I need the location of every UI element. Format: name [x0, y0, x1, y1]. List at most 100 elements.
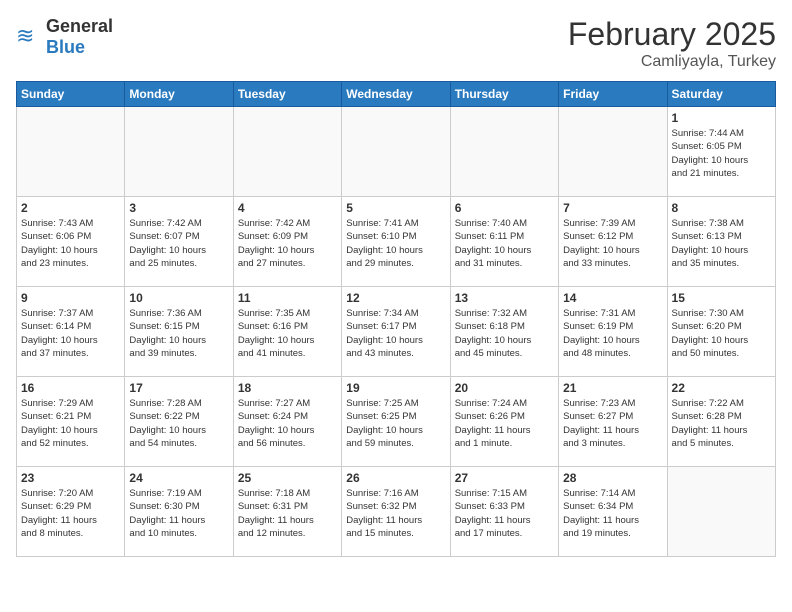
- day-info: Sunrise: 7:42 AM Sunset: 6:07 PM Dayligh…: [129, 217, 228, 270]
- day-number: 28: [563, 471, 662, 485]
- calendar-cell: 8 Sunrise: 7:38 AM Sunset: 6:13 PM Daylig…: [667, 197, 775, 287]
- day-number: 3: [129, 201, 228, 215]
- logo: ≋ General Blue: [16, 16, 113, 58]
- calendar-cell: 22 Sunrise: 7:22 AM Sunset: 6:28 PM Dayli…: [667, 377, 775, 467]
- day-info: Sunrise: 7:41 AM Sunset: 6:10 PM Dayligh…: [346, 217, 445, 270]
- calendar-cell: 13 Sunrise: 7:32 AM Sunset: 6:18 PM Dayli…: [450, 287, 558, 377]
- day-info: Sunrise: 7:44 AM Sunset: 6:05 PM Dayligh…: [672, 127, 771, 180]
- calendar-cell: [450, 107, 558, 197]
- calendar-week-1: 1 Sunrise: 7:44 AM Sunset: 6:05 PM Daylig…: [17, 107, 776, 197]
- day-number: 16: [21, 381, 120, 395]
- day-info: Sunrise: 7:14 AM Sunset: 6:34 PM Dayligh…: [563, 487, 662, 540]
- calendar-cell: 15 Sunrise: 7:30 AM Sunset: 6:20 PM Dayli…: [667, 287, 775, 377]
- day-number: 23: [21, 471, 120, 485]
- day-number: 24: [129, 471, 228, 485]
- day-number: 25: [238, 471, 337, 485]
- day-number: 13: [455, 291, 554, 305]
- logo-icon: ≋: [16, 23, 44, 51]
- calendar-cell: [233, 107, 341, 197]
- day-number: 1: [672, 111, 771, 125]
- calendar-cell: 14 Sunrise: 7:31 AM Sunset: 6:19 PM Dayli…: [559, 287, 667, 377]
- day-number: 11: [238, 291, 337, 305]
- calendar-cell: 16 Sunrise: 7:29 AM Sunset: 6:21 PM Dayli…: [17, 377, 125, 467]
- calendar-week-2: 2 Sunrise: 7:43 AM Sunset: 6:06 PM Daylig…: [17, 197, 776, 287]
- day-info: Sunrise: 7:15 AM Sunset: 6:33 PM Dayligh…: [455, 487, 554, 540]
- day-number: 20: [455, 381, 554, 395]
- calendar-cell: [125, 107, 233, 197]
- page-header: ≋ General Blue February 2025 Camliyayla,…: [16, 16, 776, 71]
- calendar-cell: 25 Sunrise: 7:18 AM Sunset: 6:31 PM Dayli…: [233, 467, 341, 557]
- day-header-monday: Monday: [125, 82, 233, 107]
- day-number: 22: [672, 381, 771, 395]
- day-header-tuesday: Tuesday: [233, 82, 341, 107]
- day-info: Sunrise: 7:19 AM Sunset: 6:30 PM Dayligh…: [129, 487, 228, 540]
- calendar-week-5: 23 Sunrise: 7:20 AM Sunset: 6:29 PM Dayli…: [17, 467, 776, 557]
- day-info: Sunrise: 7:30 AM Sunset: 6:20 PM Dayligh…: [672, 307, 771, 360]
- day-info: Sunrise: 7:22 AM Sunset: 6:28 PM Dayligh…: [672, 397, 771, 450]
- title-block: February 2025 Camliyayla, Turkey: [568, 16, 776, 71]
- day-info: Sunrise: 7:31 AM Sunset: 6:19 PM Dayligh…: [563, 307, 662, 360]
- calendar-header-row: SundayMondayTuesdayWednesdayThursdayFrid…: [17, 82, 776, 107]
- day-info: Sunrise: 7:35 AM Sunset: 6:16 PM Dayligh…: [238, 307, 337, 360]
- logo-general: General: [46, 16, 113, 36]
- day-info: Sunrise: 7:36 AM Sunset: 6:15 PM Dayligh…: [129, 307, 228, 360]
- calendar-cell: 10 Sunrise: 7:36 AM Sunset: 6:15 PM Dayli…: [125, 287, 233, 377]
- calendar-cell: 5 Sunrise: 7:41 AM Sunset: 6:10 PM Daylig…: [342, 197, 450, 287]
- day-number: 26: [346, 471, 445, 485]
- calendar-cell: 9Sunrise: 7:37 AM Sunset: 6:14 PM Daylig…: [17, 287, 125, 377]
- day-number: 12: [346, 291, 445, 305]
- day-number: 10: [129, 291, 228, 305]
- day-info: Sunrise: 7:16 AM Sunset: 6:32 PM Dayligh…: [346, 487, 445, 540]
- calendar-cell: 20 Sunrise: 7:24 AM Sunset: 6:26 PM Dayli…: [450, 377, 558, 467]
- day-header-thursday: Thursday: [450, 82, 558, 107]
- day-number: 2: [21, 201, 120, 215]
- day-number: 5: [346, 201, 445, 215]
- calendar-cell: [559, 107, 667, 197]
- logo-blue: Blue: [46, 37, 85, 57]
- calendar-cell: 11 Sunrise: 7:35 AM Sunset: 6:16 PM Dayli…: [233, 287, 341, 377]
- day-info: Sunrise: 7:40 AM Sunset: 6:11 PM Dayligh…: [455, 217, 554, 270]
- calendar-cell: 27 Sunrise: 7:15 AM Sunset: 6:33 PM Dayli…: [450, 467, 558, 557]
- day-info: Sunrise: 7:25 AM Sunset: 6:25 PM Dayligh…: [346, 397, 445, 450]
- calendar-cell: [667, 467, 775, 557]
- svg-text:≋: ≋: [16, 23, 34, 48]
- calendar-cell: [342, 107, 450, 197]
- month-title: February 2025: [568, 16, 776, 53]
- day-info: Sunrise: 7:32 AM Sunset: 6:18 PM Dayligh…: [455, 307, 554, 360]
- calendar-week-4: 16 Sunrise: 7:29 AM Sunset: 6:21 PM Dayli…: [17, 377, 776, 467]
- calendar-cell: 4 Sunrise: 7:42 AM Sunset: 6:09 PM Daylig…: [233, 197, 341, 287]
- day-info: Sunrise: 7:20 AM Sunset: 6:29 PM Dayligh…: [21, 487, 120, 540]
- calendar-cell: 19 Sunrise: 7:25 AM Sunset: 6:25 PM Dayli…: [342, 377, 450, 467]
- calendar-cell: 12Sunrise: 7:34 AM Sunset: 6:17 PM Dayli…: [342, 287, 450, 377]
- day-number: 14: [563, 291, 662, 305]
- day-number: 7: [563, 201, 662, 215]
- day-number: 27: [455, 471, 554, 485]
- calendar-cell: [17, 107, 125, 197]
- calendar-cell: 2 Sunrise: 7:43 AM Sunset: 6:06 PM Daylig…: [17, 197, 125, 287]
- day-info: Sunrise: 7:38 AM Sunset: 6:13 PM Dayligh…: [672, 217, 771, 270]
- day-info: Sunrise: 7:42 AM Sunset: 6:09 PM Dayligh…: [238, 217, 337, 270]
- day-header-friday: Friday: [559, 82, 667, 107]
- calendar-cell: 1 Sunrise: 7:44 AM Sunset: 6:05 PM Daylig…: [667, 107, 775, 197]
- day-info: Sunrise: 7:24 AM Sunset: 6:26 PM Dayligh…: [455, 397, 554, 450]
- day-info: Sunrise: 7:28 AM Sunset: 6:22 PM Dayligh…: [129, 397, 228, 450]
- day-header-wednesday: Wednesday: [342, 82, 450, 107]
- day-info: Sunrise: 7:39 AM Sunset: 6:12 PM Dayligh…: [563, 217, 662, 270]
- day-header-sunday: Sunday: [17, 82, 125, 107]
- day-info: Sunrise: 7:23 AM Sunset: 6:27 PM Dayligh…: [563, 397, 662, 450]
- day-number: 18: [238, 381, 337, 395]
- day-info: Sunrise: 7:43 AM Sunset: 6:06 PM Dayligh…: [21, 217, 120, 270]
- day-number: 8: [672, 201, 771, 215]
- day-number: 21: [563, 381, 662, 395]
- calendar-cell: 7 Sunrise: 7:39 AM Sunset: 6:12 PM Daylig…: [559, 197, 667, 287]
- day-number: 4: [238, 201, 337, 215]
- calendar-cell: 24 Sunrise: 7:19 AM Sunset: 6:30 PM Dayli…: [125, 467, 233, 557]
- day-info: Sunrise: 7:18 AM Sunset: 6:31 PM Dayligh…: [238, 487, 337, 540]
- calendar-cell: 3 Sunrise: 7:42 AM Sunset: 6:07 PM Daylig…: [125, 197, 233, 287]
- day-number: 19: [346, 381, 445, 395]
- day-info: Sunrise: 7:29 AM Sunset: 6:21 PM Dayligh…: [21, 397, 120, 450]
- calendar-cell: 18 Sunrise: 7:27 AM Sunset: 6:24 PM Dayli…: [233, 377, 341, 467]
- calendar-cell: 6Sunrise: 7:40 AM Sunset: 6:11 PM Daylig…: [450, 197, 558, 287]
- day-number: 15: [672, 291, 771, 305]
- day-info: Sunrise: 7:27 AM Sunset: 6:24 PM Dayligh…: [238, 397, 337, 450]
